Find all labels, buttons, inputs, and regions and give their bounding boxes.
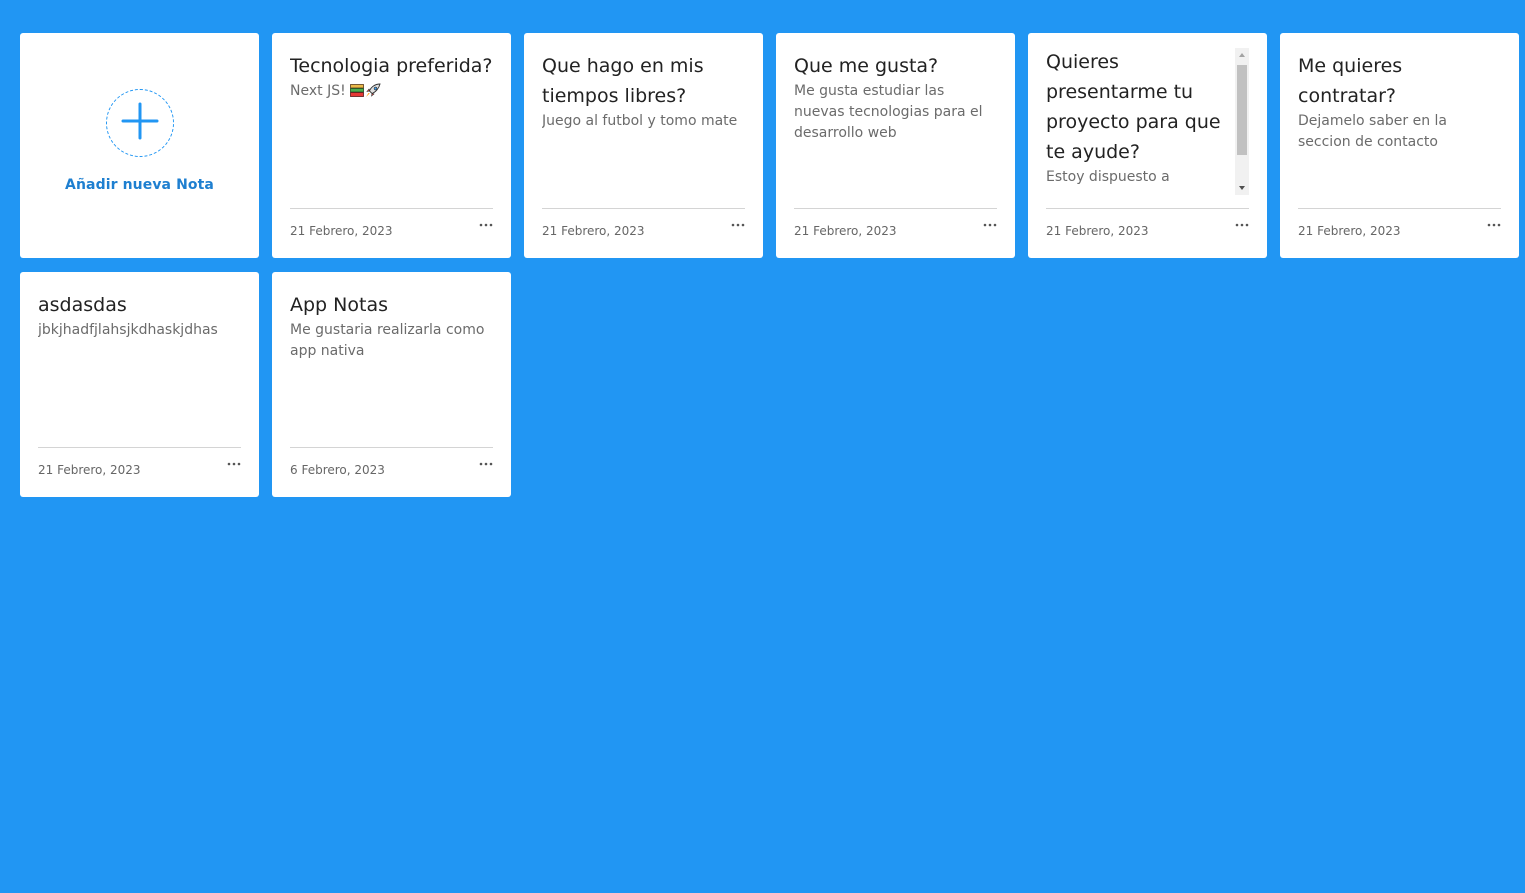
note-content: Que me gusta? Me gusta estudiar las nuev… [794,51,997,208]
note-body: Me gusta estudiar las nuevas tecnologias… [794,83,983,141]
rocket-icon [365,83,381,98]
more-horizontal-icon[interactable] [1233,217,1249,227]
books-icon [349,83,364,97]
note-footer: 21 Febrero, 2023 [38,447,241,488]
note-title: Quieres presentarme tu proyecto para que… [1046,51,1221,163]
note-title: asdasdas [38,294,127,316]
scroll-down-arrow-icon[interactable] [1235,181,1249,195]
note-scrollbar[interactable] [1235,48,1249,195]
note-body: jbkjhadfjlahsjkdhaskjdhas [38,322,218,338]
note-date: 21 Febrero, 2023 [38,463,141,477]
add-note-label[interactable]: Añadir nueva Nota [65,177,214,193]
note-date: 21 Febrero, 2023 [542,224,645,238]
more-horizontal-icon[interactable] [1485,217,1501,227]
note-card[interactable]: asdasdas jbkjhadfjlahsjkdhaskjdhas 21 Fe… [20,272,259,497]
note-card[interactable]: Tecnologia preferida? Next JS! 21 Febrer… [272,33,511,258]
more-horizontal-icon[interactable] [477,217,493,227]
note-body: Juego al futbol y tomo mate [542,113,738,129]
note-date: 21 Febrero, 2023 [794,224,897,238]
note-title: Que hago en mis tiempos libres? [542,55,704,107]
plus-icon [121,102,159,145]
note-content: App Notas Me gustaria realizarla como ap… [290,290,493,447]
scroll-up-arrow-icon[interactable] [1235,48,1249,62]
note-title: Me quieres contratar? [1298,55,1403,107]
note-content-scrollable[interactable]: Quieres presentarme tu proyecto para que… [1046,47,1249,209]
note-content: Que hago en mis tiempos libres? Juego al… [542,51,745,208]
note-footer: 6 Febrero, 2023 [290,447,493,488]
note-card[interactable]: Que hago en mis tiempos libres? Juego al… [524,33,763,258]
note-content: Me quieres contratar? Dejamelo saber en … [1298,51,1501,208]
more-horizontal-icon[interactable] [225,456,241,466]
note-date: 21 Febrero, 2023 [1046,224,1149,238]
note-title: Que me gusta? [794,55,939,77]
note-title: Tecnologia preferida? [290,55,493,77]
more-horizontal-icon[interactable] [729,217,745,227]
scrollbar-thumb[interactable] [1237,65,1247,155]
note-body: Dejamelo saber en la seccion de contacto [1298,113,1448,150]
note-card[interactable]: Quieres presentarme tu proyecto para que… [1028,33,1267,258]
note-footer: 21 Febrero, 2023 [1046,208,1249,249]
note-card[interactable]: App Notas Me gustaria realizarla como ap… [272,272,511,497]
note-footer: 21 Febrero, 2023 [794,208,997,249]
notes-grid: Añadir nueva Nota Tecnologia preferida? … [20,33,1519,497]
note-body: Next JS! [290,81,493,102]
note-body: Estoy dispuesto a [1046,169,1170,185]
note-date: 6 Febrero, 2023 [290,463,385,477]
note-date: 21 Febrero, 2023 [1298,224,1401,238]
note-title: App Notas [290,294,388,316]
note-date: 21 Febrero, 2023 [290,224,393,238]
add-note-circle[interactable] [105,89,174,157]
more-horizontal-icon[interactable] [477,456,493,466]
note-footer: 21 Febrero, 2023 [1298,208,1501,249]
more-horizontal-icon[interactable] [981,217,997,227]
note-body: Me gustaria realizarla como app nativa [290,322,485,359]
note-card[interactable]: Que me gusta? Me gusta estudiar las nuev… [776,33,1015,258]
note-footer: 21 Febrero, 2023 [290,208,493,249]
note-card[interactable]: Me quieres contratar? Dejamelo saber en … [1280,33,1519,258]
note-content: asdasdas jbkjhadfjlahsjkdhaskjdhas [38,290,241,447]
note-content: Tecnologia preferida? Next JS! [290,51,493,208]
note-footer: 21 Febrero, 2023 [542,208,745,249]
note-body-text: Next JS! [290,83,346,99]
add-note-card[interactable]: Añadir nueva Nota [20,33,259,258]
